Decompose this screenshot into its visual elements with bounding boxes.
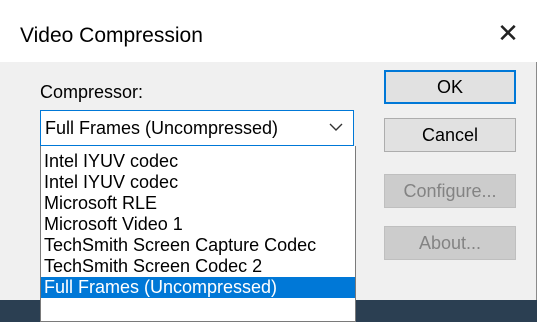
- list-item[interactable]: TechSmith Screen Codec 2: [41, 256, 355, 277]
- list-item[interactable]: TechSmith Screen Capture Codec: [41, 235, 355, 256]
- dialog-title: Video Compression: [20, 24, 203, 47]
- list-item[interactable]: Microsoft RLE: [41, 193, 355, 214]
- chevron-down-icon: [329, 123, 343, 131]
- compressor-dropdown[interactable]: Full Frames (Uncompressed): [40, 110, 354, 146]
- about-button[interactable]: About...: [384, 226, 516, 260]
- list-item[interactable]: Intel IYUV codec: [41, 151, 355, 172]
- video-compression-dialog: Video Compression ✕ Compressor: Full Fra…: [0, 0, 537, 322]
- list-item[interactable]: Microsoft Video 1: [41, 214, 355, 235]
- compressor-selected-value: Full Frames (Uncompressed): [45, 118, 279, 138]
- cancel-button[interactable]: Cancel: [384, 118, 516, 152]
- list-item[interactable]: Intel IYUV codec: [41, 172, 355, 193]
- list-item-selected[interactable]: Full Frames (Uncompressed): [41, 277, 355, 298]
- configure-button[interactable]: Configure...: [384, 174, 516, 208]
- compressor-label: Compressor:: [40, 82, 144, 102]
- title-bar: Video Compression ✕: [0, 0, 537, 62]
- compressor-options-list: Intel IYUV codec Intel IYUV codec Micros…: [40, 146, 356, 322]
- ok-button[interactable]: OK: [384, 70, 516, 104]
- close-icon[interactable]: ✕: [493, 18, 523, 48]
